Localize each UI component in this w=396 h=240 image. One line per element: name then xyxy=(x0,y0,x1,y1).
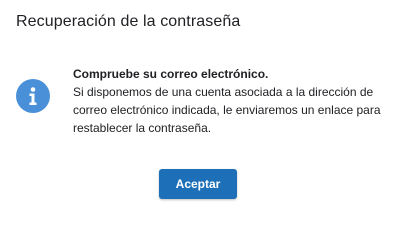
info-icon xyxy=(16,79,50,113)
password-recovery-dialog: Recuperación de la contraseña Compruebe … xyxy=(0,0,396,204)
message-heading: Compruebe su correo electrónico. xyxy=(73,67,269,81)
message: Compruebe su correo electrónico. Si disp… xyxy=(73,65,383,137)
message-body: Si disponemos de una cuenta asociada a l… xyxy=(73,85,381,135)
dialog-title: Recuperación de la contraseña xyxy=(16,13,241,30)
accept-button[interactable]: Aceptar xyxy=(159,169,237,199)
